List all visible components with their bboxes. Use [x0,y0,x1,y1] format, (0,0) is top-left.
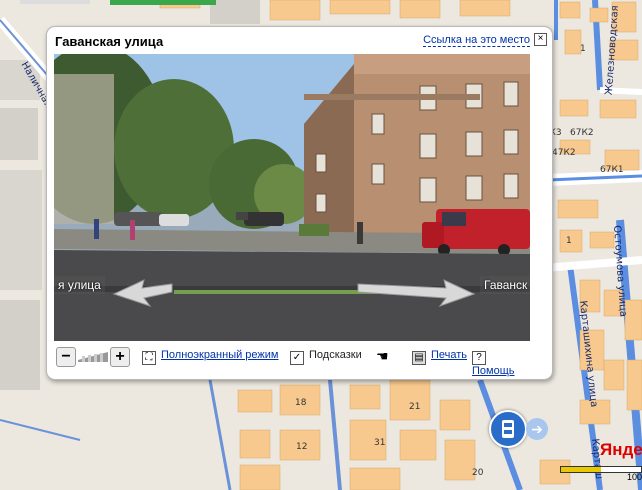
close-button[interactable]: × [534,33,547,46]
street-view-popup: Гаванская улица Ссылка на это место × я … [46,26,553,380]
house-number: 47К2 [552,148,576,158]
fullscreen-icon: ⛶ [142,351,156,365]
street-name-left: я улица [54,276,105,294]
house-number: 1 [580,44,586,54]
print-label[interactable]: Печать [431,349,467,361]
print-button[interactable]: ▤ Печать [412,349,467,365]
checkbox-checked-icon[interactable]: ✓ [290,351,304,365]
house-number: 20 [472,468,484,478]
help-icon: ? [472,351,486,365]
fullscreen-toggle[interactable]: ⛶ Полноэкранный режим [142,349,279,365]
printer-icon: ▤ [412,351,426,365]
house-number: 67К2 [570,128,594,138]
zoom-in-button[interactable]: + [110,347,130,367]
house-number: 12 [296,442,308,452]
house-number: 18 [295,398,307,408]
street-panorama[interactable]: я улица Гаванск [54,54,530,341]
street-name-right: Гаванск [480,276,530,294]
house-number: 67К1 [600,165,624,175]
yandex-logo: Янде [600,440,642,459]
hints-label: Подсказки [309,349,362,361]
link-to-place[interactable]: Ссылка на это место [423,35,530,47]
house-number: 1 [566,236,572,246]
popup-title: Гаванская улица [55,34,164,49]
scale-label: 100 [627,472,642,482]
zoom-out-button[interactable]: − [56,347,76,367]
panorama-position-marker[interactable] [489,410,527,448]
zoom-slider[interactable] [78,350,108,364]
help-button[interactable]: ?Помощь [472,349,530,377]
person-icon [502,420,514,438]
direction-arrow-icon[interactable]: ➔ [526,418,548,440]
hints-checkbox[interactable]: ✓ Подсказки [290,349,362,365]
house-number: 31 [374,438,386,448]
help-label[interactable]: Помощь [472,365,515,377]
hand-cursor-icon: ☚ [376,348,389,364]
panorama-toolbar: − + ⛶ Полноэкранный режим ✓ Подсказки ☚ ▤ П… [54,345,530,377]
fullscreen-label[interactable]: Полноэкранный режим [161,349,279,361]
house-number: 21 [409,402,421,412]
